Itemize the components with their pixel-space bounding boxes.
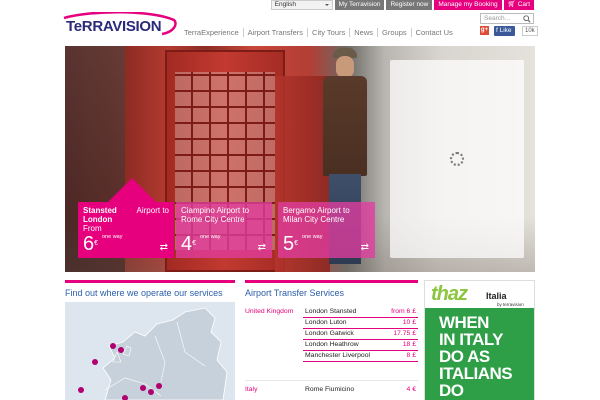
ad-by-label: by terravision xyxy=(497,302,524,307)
map-pin-icon xyxy=(140,385,146,391)
transfer-price: 8 £ xyxy=(406,352,416,359)
offer-price: 6€ xyxy=(83,234,98,254)
country-divider xyxy=(245,380,418,381)
main-nav: TerraExperience Airport Transfers City T… xyxy=(180,28,457,37)
transfer-row[interactable]: London Luton 10 £ xyxy=(245,318,418,327)
ad-line: DO xyxy=(439,381,464,400)
offer-origin: Stansted London xyxy=(83,206,117,224)
facebook-icon: f xyxy=(496,27,498,34)
transfer-row[interactable]: Manchester Liverpool 8 £ xyxy=(245,351,418,360)
offer-one-way: one way xyxy=(302,234,323,240)
manage-booking-link[interactable]: Manage my Booking xyxy=(434,0,502,10)
search-placeholder: Search... xyxy=(484,15,511,22)
transfer-destination: London Stansted xyxy=(305,308,357,315)
nav-item-news[interactable]: News xyxy=(350,28,379,37)
cart-link[interactable]: 🛒︎ Cart xyxy=(503,0,534,10)
map-pin-icon xyxy=(110,343,116,349)
google-plus-icon[interactable]: g+ xyxy=(480,26,489,35)
booking-widget-panel xyxy=(390,60,524,258)
ad-line: IN ITALY xyxy=(439,330,504,349)
transfer-row[interactable]: London Gatwick 17.75 £ xyxy=(245,329,418,338)
map-pin-icon xyxy=(148,389,154,395)
loading-spinner-icon xyxy=(450,152,464,166)
offer-currency: € xyxy=(192,240,197,247)
transfer-price: from 6 £ xyxy=(391,308,416,315)
offer-one-way: one way xyxy=(200,234,221,240)
facebook-like-count: 10k xyxy=(522,26,538,36)
offer-currency: € xyxy=(94,240,99,247)
swap-arrows-icon: ⇄ xyxy=(360,242,369,253)
offer-currency: € xyxy=(294,240,299,247)
transfer-price: 17.75 £ xyxy=(393,330,416,337)
offer-price-value: 4 xyxy=(181,233,193,255)
ad-line: DO AS xyxy=(439,347,490,366)
transfer-row[interactable]: London Heathrow 18 £ xyxy=(245,340,418,349)
transfer-destination: London Luton xyxy=(305,319,347,326)
logo-text: TeRRAVISION xyxy=(66,18,162,35)
search-icon[interactable] xyxy=(523,15,531,23)
offer-price: 4€ xyxy=(181,234,196,254)
transfer-destination: Rome Fiumicino xyxy=(305,386,355,393)
transfer-row[interactable]: United Kingdom London Stansted from 6 £ xyxy=(245,307,418,316)
offer-tile-bergamo[interactable]: Bergamo Airport to Milan City Centre 5€ … xyxy=(278,202,375,258)
language-select[interactable]: English xyxy=(270,0,333,10)
nav-item-airport-transfers[interactable]: Airport Transfers xyxy=(244,28,309,37)
transfers-table: United Kingdom London Stansted from 6 £ … xyxy=(245,302,418,400)
facebook-like-button[interactable]: f Like xyxy=(494,26,515,36)
offer-one-way: one way xyxy=(102,234,123,240)
transfer-destination: London Gatwick xyxy=(305,330,354,337)
transfer-price: 10 £ xyxy=(402,319,416,326)
offer-dest: Airport to xyxy=(136,206,169,215)
operations-map[interactable] xyxy=(65,302,235,400)
nav-item-contact-us[interactable]: Contact Us xyxy=(412,28,457,37)
terravision-logo[interactable]: TeRRAVISION xyxy=(62,12,178,38)
offer-from: From xyxy=(83,224,102,233)
search-input[interactable]: Search... xyxy=(480,13,534,24)
transfer-country: United Kingdom xyxy=(245,308,294,315)
transfer-row[interactable]: Italy Rome Fiumicino 4 € xyxy=(245,385,418,394)
offer-price-value: 6 xyxy=(83,233,95,255)
offer-price-value: 5 xyxy=(283,233,295,255)
ad-body: WHEN IN ITALY DO AS ITALIANS DO xyxy=(425,308,534,400)
facebook-like-label: Like xyxy=(499,27,512,34)
hero-slideshow: Stansted London Airport to From 6€ one w… xyxy=(65,46,535,272)
ad-line: WHEN xyxy=(439,313,489,332)
map-pin-icon xyxy=(92,359,98,365)
transfer-destination: Manchester Liverpool xyxy=(305,352,370,359)
offer-title: Bergamo Airport to Milan City Centre xyxy=(283,206,350,224)
ad-italia-label: Italia xyxy=(486,291,507,301)
transfer-price: 18 £ xyxy=(402,341,416,348)
offer-tile-stansted[interactable]: Stansted London Airport to From 6€ one w… xyxy=(78,178,174,258)
row-divider xyxy=(303,361,418,362)
europe-map-graphic xyxy=(78,307,228,400)
map-pin-icon xyxy=(156,383,162,389)
thaz-italia-ad[interactable]: thaz Italia by terravision WHEN IN ITALY… xyxy=(424,280,535,400)
ad-header: thaz Italia by terravision xyxy=(425,281,534,308)
nav-item-terraexperience[interactable]: TerraExperience xyxy=(180,28,244,37)
transfer-country: Italy xyxy=(245,386,258,393)
map-section-bar xyxy=(65,280,235,283)
swap-arrows-icon: ⇄ xyxy=(257,242,266,253)
active-tile-arrow-icon xyxy=(108,178,156,202)
swap-arrows-icon: ⇄ xyxy=(159,242,168,253)
ad-line: ITALIANS xyxy=(439,364,513,383)
nav-item-city-tours[interactable]: City Tours xyxy=(308,28,351,37)
top-utility-bar: English My Terravision Register now Mana… xyxy=(270,0,534,10)
map-pin-icon xyxy=(78,387,84,393)
offer-price: 5€ xyxy=(283,234,298,254)
register-link[interactable]: Register now xyxy=(386,0,433,10)
transfers-section-title[interactable]: Airport Transfer Services xyxy=(245,288,344,298)
offer-tile-ciampino[interactable]: Ciampino Airport to Rome City Centre 4€ … xyxy=(176,202,272,258)
my-terravision-link[interactable]: My Terravision xyxy=(334,0,385,10)
cart-icon: 🛒︎ xyxy=(507,1,516,8)
cart-label: Cart xyxy=(517,1,530,8)
nav-item-groups[interactable]: Groups xyxy=(378,28,412,37)
map-section-title[interactable]: Find out where we operate our services xyxy=(65,288,223,298)
thaz-logo: thaz xyxy=(431,283,468,305)
transfer-destination: London Heathrow xyxy=(305,341,359,348)
transfers-section-bar xyxy=(245,280,418,283)
offer-title: Ciampino Airport to Rome City Centre xyxy=(181,206,250,224)
transfer-price: 4 € xyxy=(406,386,416,393)
map-pin-icon xyxy=(118,347,124,353)
